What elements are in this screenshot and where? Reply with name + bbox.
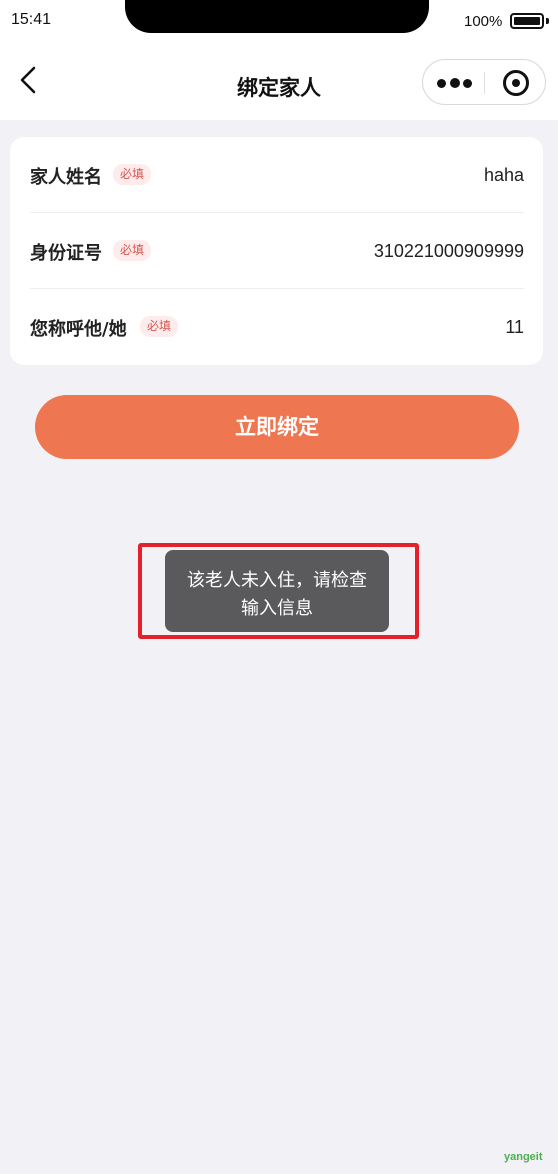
device-notch	[125, 0, 429, 33]
battery-percentage: 100%	[464, 13, 503, 30]
battery-cap	[546, 18, 549, 24]
form-row-id-number: 身份证号 必填	[30, 213, 524, 289]
relation-label: 您称呼他/她	[30, 319, 127, 340]
screen: 15:41 100% 绑定家人 家人姓名 必填 身份证号 必填	[0, 0, 558, 1174]
name-input[interactable]	[264, 161, 524, 189]
form-row-name: 家人姓名 必填	[30, 137, 524, 213]
bind-now-button[interactable]: 立即绑定	[35, 395, 519, 459]
id-number-label: 身份证号	[30, 243, 102, 264]
relation-input[interactable]	[264, 313, 524, 341]
battery-level	[514, 17, 540, 25]
id-number-input[interactable]	[264, 237, 524, 265]
status-bar: 15:41 100%	[0, 0, 558, 44]
bind-form-card: 家人姓名 必填 身份证号 必填 您称呼他/她 必填	[10, 137, 543, 365]
more-dots-icon[interactable]	[435, 71, 475, 95]
mini-program-capsule	[422, 59, 546, 105]
watermark-text: yangeit	[504, 1151, 543, 1163]
required-tag: 必填	[113, 164, 152, 185]
required-tag: 必填	[113, 240, 152, 261]
form-row-relation: 您称呼他/她 必填	[30, 289, 524, 365]
toast-message: 该老人未入住，请检查输入信息	[165, 550, 389, 632]
name-label: 家人姓名	[30, 167, 102, 188]
battery-icon	[510, 13, 544, 29]
target-close-icon[interactable]	[503, 70, 529, 96]
required-tag: 必填	[140, 316, 179, 337]
capsule-divider	[484, 72, 485, 94]
nav-bar: 绑定家人	[0, 44, 558, 120]
status-time: 15:41	[11, 11, 52, 28]
